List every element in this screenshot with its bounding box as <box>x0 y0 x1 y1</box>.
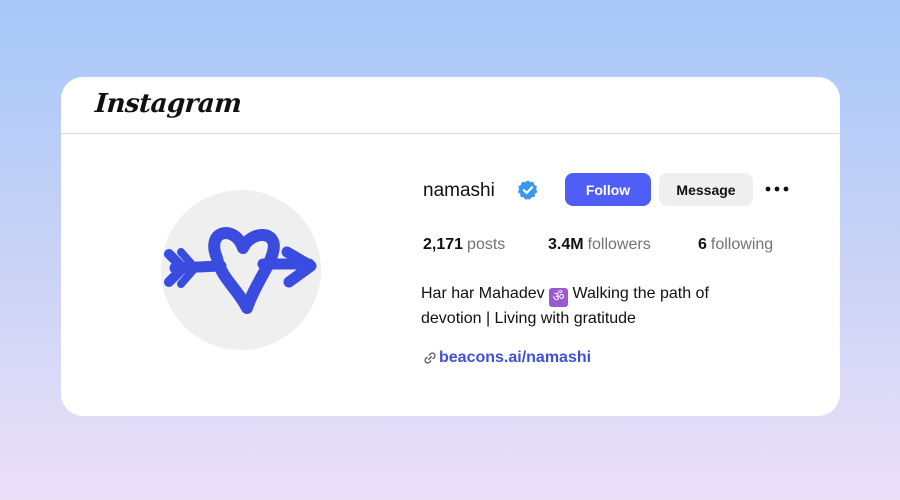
stat-following[interactable]: 6 following <box>698 236 773 254</box>
posts-label: posts <box>467 236 506 253</box>
following-label: following <box>710 236 774 253</box>
profile-link[interactable]: beacons.ai/namashi <box>423 349 591 367</box>
profile-link-text[interactable]: beacons.ai/namashi <box>439 349 591 367</box>
profile-card: Instagram namashi Follow Message 2,171 p… <box>61 77 840 416</box>
profile-username: namashi <box>423 180 495 201</box>
app-header: Instagram <box>61 77 840 134</box>
followers-label: followers <box>587 236 651 253</box>
profile-avatar[interactable] <box>161 190 321 350</box>
bio-text-start: Har har Mahadev <box>421 285 550 302</box>
following-count: 6 <box>698 236 707 253</box>
followers-count: 3.4M <box>548 236 584 253</box>
more-options-icon[interactable] <box>764 178 790 200</box>
instagram-logo[interactable]: Instagram <box>94 89 242 119</box>
stat-followers[interactable]: 3.4M followers <box>548 236 651 254</box>
bio-text-end: Walking the path of <box>568 285 709 302</box>
bio-line-2: devotion | Living with gratitude <box>421 310 636 327</box>
om-emoji-icon: ॐ <box>549 288 569 307</box>
profile-bio: Har har Mahadev ॐ Walking the path of de… <box>421 282 781 330</box>
link-icon <box>424 352 436 364</box>
stat-posts[interactable]: 2,171 posts <box>423 236 505 254</box>
verified-badge-icon <box>517 180 538 200</box>
follow-button[interactable]: Follow <box>565 173 651 206</box>
bio-line-1: Har har Mahadev ॐ Walking the path of <box>421 282 781 307</box>
posts-count: 2,171 <box>423 236 464 253</box>
heart-arrow-logo-icon <box>164 227 317 314</box>
message-button[interactable]: Message <box>659 173 753 206</box>
